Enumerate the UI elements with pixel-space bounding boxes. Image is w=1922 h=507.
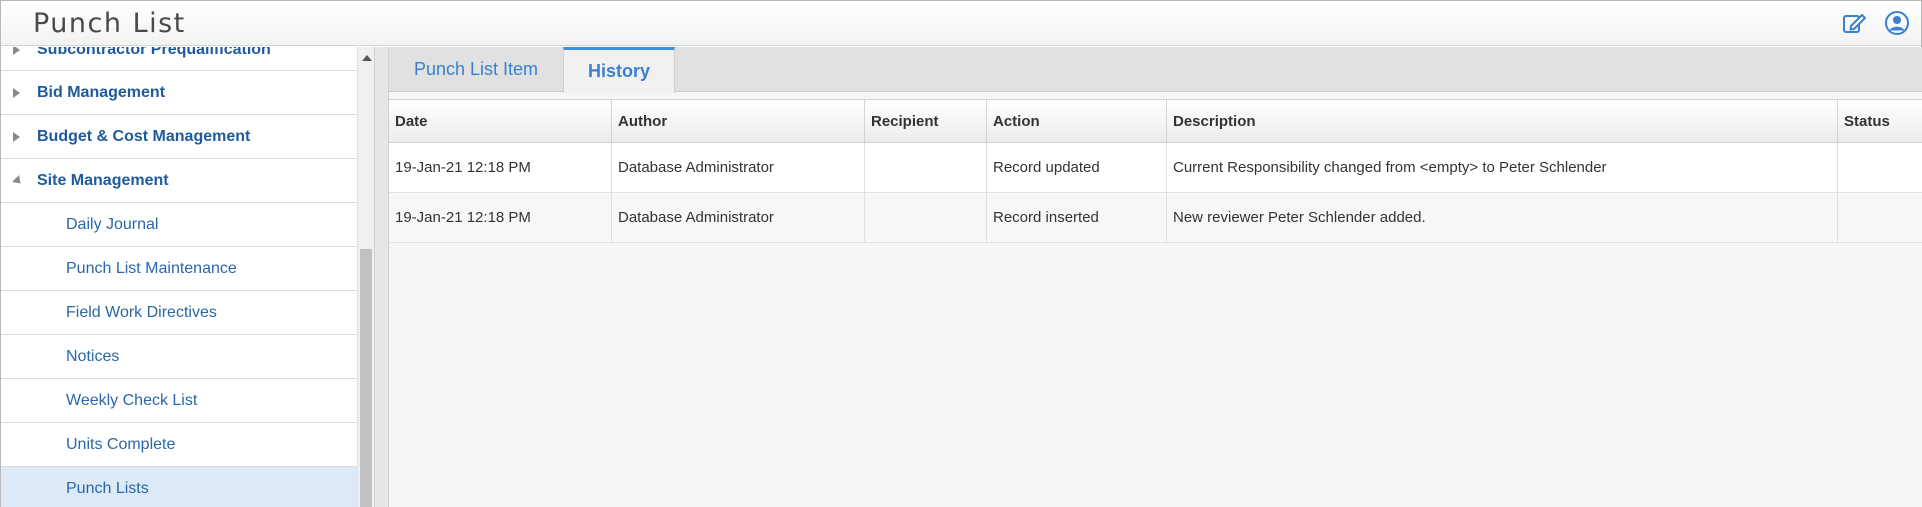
edit-icon[interactable]	[1841, 10, 1867, 36]
column-header-recipient[interactable]: Recipient	[865, 100, 987, 144]
sidebar-item-units-complete[interactable]: Units Complete	[1, 423, 357, 467]
cell-action: Record updated	[987, 143, 1167, 193]
sidebar-item-label: Notices	[66, 347, 120, 365]
sidebar-item-field-work-directives[interactable]: Field Work Directives	[1, 291, 357, 335]
table-row[interactable]: 19-Jan-21 12:18 PM Database Administrato…	[389, 143, 1922, 193]
app-header: Punch List	[1, 1, 1921, 46]
page-title: Punch List	[33, 8, 186, 39]
sidebar-item-notices[interactable]: Notices	[1, 335, 357, 379]
sidebar-item-daily-journal[interactable]: Daily Journal	[1, 203, 357, 247]
cell-description: Current Responsibility changed from <emp…	[1167, 143, 1838, 193]
sidebar-item-label: Daily Journal	[66, 215, 159, 233]
sidebar-item-site-management[interactable]: Site Management	[1, 159, 357, 203]
user-icon[interactable]	[1884, 10, 1910, 36]
expand-arrow-icon[interactable]	[13, 131, 20, 142]
cell-status	[1838, 193, 1922, 243]
sidebar-item-weekly-check-list[interactable]: Weekly Check List	[1, 379, 357, 423]
cell-author: Database Administrator	[612, 193, 865, 243]
column-header-status[interactable]: Status	[1838, 100, 1922, 144]
sidebar-scrollbar[interactable]	[357, 47, 374, 507]
sidebar-item-label: Field Work Directives	[66, 303, 217, 321]
sidebar-item-label: Budget & Cost Management	[37, 127, 251, 145]
sidebar-item-subcontractor-prequalification[interactable]: Subcontractor Prequalification	[1, 47, 357, 71]
scrollbar-thumb[interactable]	[360, 249, 372, 507]
cell-date: 19-Jan-21 12:18 PM	[389, 143, 612, 193]
sidebar-item-label: Punch List Maintenance	[66, 259, 237, 277]
cell-date: 19-Jan-21 12:18 PM	[389, 193, 612, 243]
pane-splitter[interactable]	[374, 47, 389, 507]
sidebar-item-label: Subcontractor Prequalification	[37, 47, 271, 58]
cell-action: Record inserted	[987, 193, 1167, 243]
sidebar-item-budget-cost-management[interactable]: Budget & Cost Management	[1, 115, 357, 159]
cell-recipient	[865, 193, 987, 243]
expand-arrow-icon[interactable]	[13, 47, 20, 55]
tab-history[interactable]: History	[563, 47, 675, 93]
sidebar-item-punch-lists[interactable]: Punch Lists	[1, 467, 357, 507]
sidebar-item-label: Weekly Check List	[66, 391, 198, 409]
cell-author: Database Administrator	[612, 143, 865, 193]
sidebar-item-label: Units Complete	[66, 435, 176, 453]
column-header-action[interactable]: Action	[987, 100, 1167, 144]
tab-bar: Punch List Item History	[389, 47, 1922, 93]
grid-header-row: Date Author Recipient Action Description…	[389, 99, 1922, 144]
sidebar-item-label: Site Management	[37, 171, 169, 189]
scroll-up-arrow-icon[interactable]	[362, 55, 372, 61]
column-header-date[interactable]: Date	[389, 100, 612, 144]
cell-description: New reviewer Peter Schlender added.	[1167, 193, 1838, 243]
sidebar-item-label: Punch Lists	[66, 479, 149, 497]
table-row[interactable]: 19-Jan-21 12:18 PM Database Administrato…	[389, 193, 1922, 243]
collapse-arrow-icon[interactable]	[11, 174, 25, 187]
cell-recipient	[865, 143, 987, 193]
cell-status	[1838, 143, 1922, 193]
expand-arrow-icon[interactable]	[13, 87, 20, 98]
app-window: Punch List Subcontractor Prequalificatio…	[0, 0, 1922, 507]
column-header-description[interactable]: Description	[1167, 100, 1838, 144]
sidebar-item-label: Bid Management	[37, 83, 166, 101]
main-content: Punch List Item History Date Author Reci…	[389, 47, 1922, 507]
sidebar-item-bid-management[interactable]: Bid Management	[1, 71, 357, 115]
sidebar-item-punch-list-maintenance[interactable]: Punch List Maintenance	[1, 247, 357, 291]
sidebar-nav: Subcontractor Prequalification Bid Manag…	[1, 47, 357, 507]
tab-punch-list-item[interactable]: Punch List Item	[389, 47, 563, 92]
column-header-author[interactable]: Author	[612, 100, 865, 144]
